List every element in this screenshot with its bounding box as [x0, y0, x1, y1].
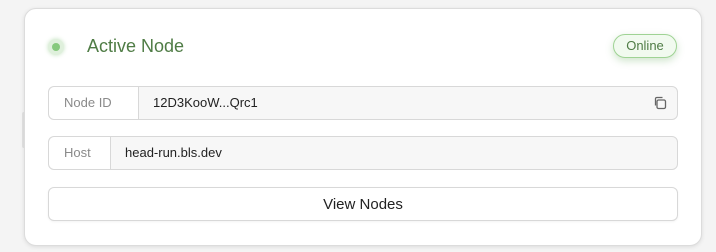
card-title: Active Node [87, 36, 185, 56]
node-id-field: Node ID 12D3KooW...Qrc1 [48, 86, 678, 120]
host-label: Host [49, 137, 111, 169]
host-field: Host head-run.bls.dev [48, 136, 678, 170]
copy-node-id-button[interactable] [643, 87, 677, 119]
view-nodes-button[interactable]: View Nodes [48, 187, 678, 221]
node-id-label: Node ID [49, 87, 139, 119]
status-badge: Online [613, 34, 677, 58]
host-value: head-run.bls.dev [125, 145, 222, 160]
status-indicator-icon [48, 39, 64, 55]
active-node-card: Active Node Online Node ID 12D3KooW...Qr… [24, 8, 702, 246]
copy-icon [654, 96, 667, 110]
node-id-value: 12D3KooW...Qrc1 [153, 95, 258, 110]
